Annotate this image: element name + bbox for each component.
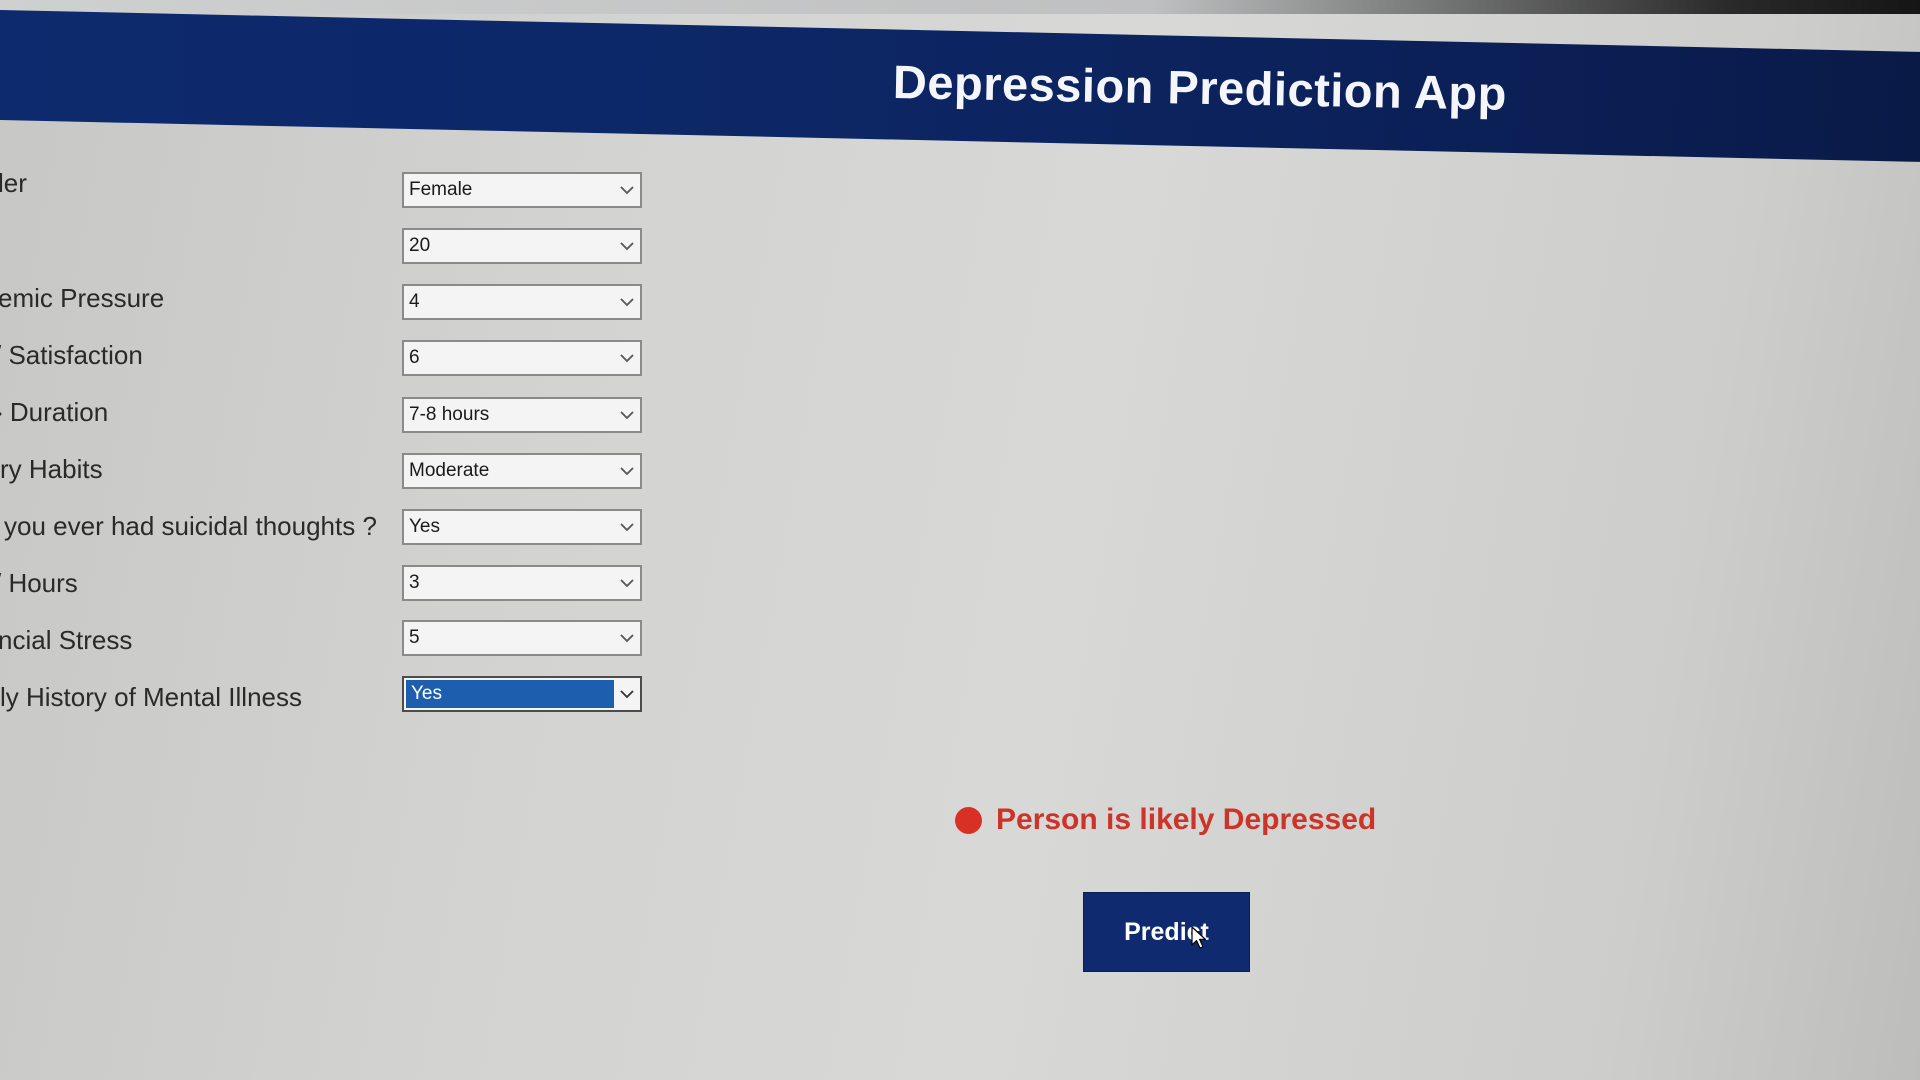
field-label-dietary-habits: ry Habits: [0, 454, 103, 484]
family-history-select[interactable]: Yes: [402, 676, 642, 712]
chevron-down-icon[interactable]: [614, 455, 640, 487]
study-hours-select[interactable]: 3: [402, 565, 642, 601]
chevron-down-icon[interactable]: [614, 678, 640, 710]
study-hours-value: 3: [409, 572, 420, 593]
chevron-down-icon[interactable]: [614, 399, 640, 431]
chevron-down-icon[interactable]: [614, 567, 640, 599]
result-text: Person is likely Depressed: [996, 803, 1377, 836]
field-label-suicidal-thoughts: you ever had suicidal thoughts ?: [4, 511, 377, 541]
chevron-down-icon[interactable]: [614, 622, 640, 654]
chevron-down-icon[interactable]: [614, 286, 640, 318]
age-select[interactable]: 20: [402, 228, 642, 264]
gender-select[interactable]: Female: [402, 172, 642, 208]
field-label-study-satisfaction: / Satisfaction: [0, 340, 143, 370]
chevron-down-icon[interactable]: [614, 342, 640, 374]
gender-value: Female: [409, 179, 473, 200]
suicidal-thoughts-select[interactable]: Yes: [402, 509, 642, 545]
red-dot-icon: [955, 806, 982, 834]
study-satisfaction-select[interactable]: 6: [402, 340, 642, 376]
field-label-sleep-duration: › Duration: [0, 397, 109, 427]
field-label-gender: ler: [0, 168, 27, 198]
prediction-form: ler Female 20 emic Pressure 4 / Satisfac…: [0, 0, 680, 760]
sleep-duration-select[interactable]: 7-8 hours: [402, 397, 642, 433]
mouse-pointer-icon: [1191, 926, 1207, 949]
field-label-family-history: ly History of Mental Illness: [0, 682, 302, 712]
field-label-study-hours: / Hours: [0, 568, 78, 598]
prediction-result: Person is likely Depressed: [955, 803, 1376, 837]
app-window: Depression Prediction App ler Female 20 …: [0, 0, 1920, 1080]
suicidal-thoughts-value: Yes: [409, 516, 440, 537]
dietary-habits-select[interactable]: Moderate: [402, 453, 642, 489]
app-title: Depression Prediction App: [892, 55, 1508, 120]
financial-stress-value: 5: [409, 627, 420, 648]
field-label-financial-stress: ncial Stress: [0, 625, 133, 655]
academic-pressure-select[interactable]: 4: [402, 284, 642, 320]
sleep-duration-value: 7-8 hours: [409, 404, 490, 425]
family-history-value: Yes: [406, 680, 614, 708]
chevron-down-icon[interactable]: [614, 174, 640, 206]
chevron-down-icon[interactable]: [614, 511, 640, 543]
academic-pressure-value: 4: [409, 291, 420, 312]
age-value: 20: [409, 235, 431, 256]
predict-button[interactable]: Predict: [1083, 892, 1250, 972]
dietary-habits-value: Moderate: [409, 460, 490, 481]
study-satisfaction-value: 6: [409, 347, 420, 368]
chevron-down-icon[interactable]: [614, 230, 640, 262]
financial-stress-select[interactable]: 5: [402, 620, 642, 656]
field-label-academic-pressure: emic Pressure: [0, 283, 165, 313]
